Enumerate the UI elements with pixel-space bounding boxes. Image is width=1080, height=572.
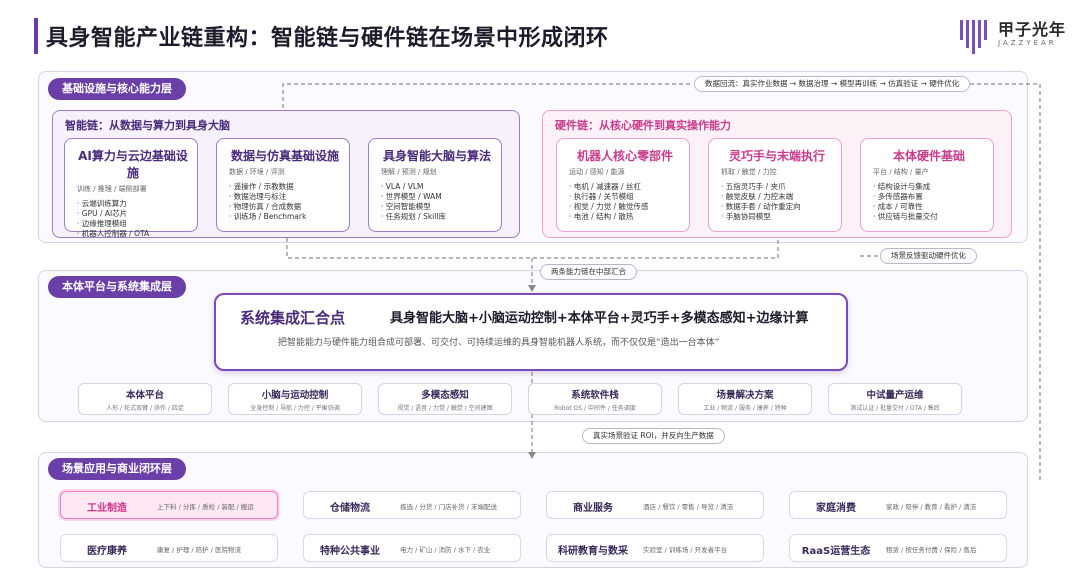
scene-title: 特种公共事业 [320,546,380,557]
scene-subtitle: 康复 / 护理 / 陪护 / 医院物流 [157,546,241,554]
module-scene-solutions: 场景解决方案 工业 / 物流 / 服务 / 康养 / 特种 [678,383,812,415]
card-embodied-brain: 具身智能大脑与算法 理解 / 预测 / 规划 VLA / VLM 世界模型 / … [368,138,502,232]
card-dexterous-hand: 灵巧手与末端执行 抓取 / 触觉 / 力控 五指灵巧手 / 夹爪 触觉皮肤 / … [708,138,842,232]
system-integration-hub: 系统集成汇合点 具身智能大脑+小脑运动控制+本体平台+灵巧手+多模态感知+边缘计… [214,293,848,371]
module-title: 场景解决方案 [716,390,774,401]
card-title: 数据与仿真基础设施 [230,149,339,163]
card-body-hardware: 本体硬件基础 平台 / 结构 / 量产 结构设计与集成 多传感器布置 成本 / … [860,138,994,232]
scene-commercial: 商业服务 酒店 / 餐饮 / 零售 / 导览 / 清洁 [546,491,764,519]
card-subtitle: 抓取 / 触觉 / 力控 [721,168,777,176]
module-title: 中试量产运维 [866,390,924,401]
module-title: 系统软件栈 [571,390,619,401]
module-subtitle: 全身控制 / 导航 / 力控 / 平衡协调 [250,405,340,412]
card-data-simulation: 数据与仿真基础设施 数据 / 环境 / 评测 遥操作 / 示教数据 数据治理与标… [216,138,350,232]
card-item: 执行器 / 关节模组 [569,192,681,202]
scene-household: 家庭消费 家政 / 陪伴 / 教育 / 看护 / 清洁 [789,491,1007,519]
scene-subtitle: 租赁 / 按任务付费 / 保险 / 售后 [886,546,977,554]
card-item: GPU / AI芯片 [77,209,189,219]
scene-subtitle: 电力 / 矿山 / 消防 / 水下 / 农业 [400,546,491,554]
scene-title: 仓储物流 [330,503,370,514]
card-item: 电池 / 结构 / 散热 [569,212,681,222]
scene-subtitle: 拣选 / 分货 / 门店补货 / 末端配送 [400,503,497,511]
scene-raas-ecosystem: RaaS运营生态 租赁 / 按任务付费 / 保险 / 售后 [789,534,1007,562]
converge-note: 两条能力链在中部汇合 [540,264,637,280]
module-subtitle: Robot OS / 中间件 / 任务调度 [554,405,636,412]
card-title: 具身智能大脑与算法 [382,149,491,163]
card-item: 训练场 / Benchmark [229,212,341,222]
module-title: 本体平台 [125,390,164,401]
card-item: 空间智能模型 [381,202,493,212]
hub-description: 把智能能力与硬件能力组合成可部署、可交付、可持续运维的具身智能机器人系统，而不仅… [278,338,720,348]
top-layer-tag: 基础设施与核心能力层 [48,78,186,100]
card-title: 本体硬件基础 [892,149,965,163]
scene-title: 科研教育与数采 [558,546,628,557]
scene-subtitle: 家政 / 陪伴 / 教育 / 看护 / 清洁 [886,503,977,511]
module-software-stack: 系统软件栈 Robot OS / 中间件 / 任务调度 [528,383,662,415]
module-subtitle: 工业 / 物流 / 服务 / 康养 / 特种 [703,405,787,412]
module-pilot-production: 中试量产运维 测试认证 / 批量交付 / OTA / 售后 [828,383,962,415]
module-subtitle: 视觉 / 语音 / 力觉 / 触觉 / 空间建图 [397,405,493,412]
scene-logistics: 仓储物流 拣选 / 分货 / 门店补货 / 末端配送 [303,491,521,519]
card-item: 数据手套 / 动作重定向 [721,202,833,212]
hub-formula: 具身智能大脑+小脑运动控制+本体平台+灵巧手+多模态感知+边缘计算 [390,311,809,326]
module-title: 多模态感知 [421,390,469,401]
card-title: 机器人核心零部件 [576,149,673,163]
card-item: 云端训练算力 [77,199,189,209]
feedback-note: 场景反馈驱动硬件优化 [880,248,977,264]
module-title: 小脑与运动控制 [261,390,329,401]
card-item: 触觉皮肤 / 力控末端 [721,192,833,202]
scene-title: RaaS运营生态 [801,546,871,557]
module-multimodal-perception: 多模态感知 视觉 / 语音 / 力觉 / 触觉 / 空间建图 [378,383,512,415]
card-item: 机器人控制器 / OTA [77,229,189,239]
card-item: VLA / VLM [381,182,493,192]
card-item: 五指灵巧手 / 夹爪 [721,182,833,192]
scene-special-public: 特种公共事业 电力 / 矿山 / 消防 / 水下 / 农业 [303,534,521,562]
module-subtitle: 测试认证 / 批量交付 / OTA / 售后 [850,405,940,412]
card-subtitle: 理解 / 预测 / 规划 [381,168,437,176]
card-ai-compute: AI算力与云边基础设施 训练 / 推理 / 端侧部署 云端训练算力 GPU / … [64,138,198,238]
card-title: AI算力与云边基础设施 [78,149,188,180]
hub-label: 系统集成汇合点 [240,309,346,327]
intelligence-chain-title: 智能链：从数据与算力到具身大脑 [65,119,230,132]
card-item: 手脑协同模型 [721,212,833,222]
card-item: 世界模型 / WAM [381,192,493,202]
card-subtitle: 平台 / 结构 / 量产 [873,168,929,176]
card-subtitle: 训练 / 推理 / 端侧部署 [77,185,147,193]
card-item: 物理仿真 / 合成数据 [229,202,341,212]
card-item: 任务规划 / Skill库 [381,212,493,222]
scene-subtitle: 酒店 / 餐饮 / 零售 / 导览 / 清洁 [643,503,734,511]
card-item: 视觉 / 力觉 / 触觉传感 [569,202,681,212]
scene-healthcare: 医疗康养 康复 / 护理 / 陪护 / 医院物流 [60,534,278,562]
module-motion-control: 小脑与运动控制 全身控制 / 导航 / 力控 / 平衡协调 [228,383,362,415]
card-item: 多传感器布置 [873,192,985,202]
module-subtitle: 人形 / 轮式双臂 / 协作 / 四足 [106,405,184,412]
hardware-chain-title: 硬件链：从核心硬件到真实操作能力 [555,119,731,132]
scene-title: 家庭消费 [816,503,856,514]
card-item: 结构设计与集成 [873,182,985,192]
scene-industrial: 工业制造 上下料 / 分拣 / 质检 / 装配 / 搬运 [60,491,278,519]
scene-title: 商业服务 [573,503,613,514]
card-title: 灵巧手与末端执行 [728,149,825,163]
card-item: 遥操作 / 示教数据 [229,182,341,192]
data-loop-note: 数据回流：真实作业数据 → 数据治理 → 模型再训练 → 仿真验证 → 硬件优化 [694,76,971,92]
scene-research-education: 科研教育与数采 实验室 / 训练场 / 开发者平台 [546,534,764,562]
bottom-layer-tag: 场景应用与商业闭环层 [48,458,186,480]
card-core-components: 机器人核心零部件 运动 / 感知 / 能源 电机 / 减速器 / 丝杠 执行器 … [556,138,690,232]
scene-title: 医疗康养 [87,546,127,557]
module-body-platform: 本体平台 人形 / 轮式双臂 / 协作 / 四足 [78,383,212,415]
roi-note: 真实场景验证 ROI，并反向生产数据 [582,428,725,444]
card-item: 供应链与批量交付 [873,212,985,222]
scene-subtitle: 实验室 / 训练场 / 开发者平台 [643,546,728,554]
card-item: 边缘推理模组 [77,219,189,229]
card-item: 成本 / 可靠性 [873,202,985,212]
card-item: 数据治理与标注 [229,192,341,202]
card-item: 电机 / 减速器 / 丝杠 [569,182,681,192]
card-subtitle: 数据 / 环境 / 评测 [229,168,285,176]
scene-title: 工业制造 [87,503,127,514]
middle-layer-tag: 本体平台与系统集成层 [48,276,186,298]
card-subtitle: 运动 / 感知 / 能源 [569,168,625,176]
scene-subtitle: 上下料 / 分拣 / 质检 / 装配 / 搬运 [157,503,254,511]
